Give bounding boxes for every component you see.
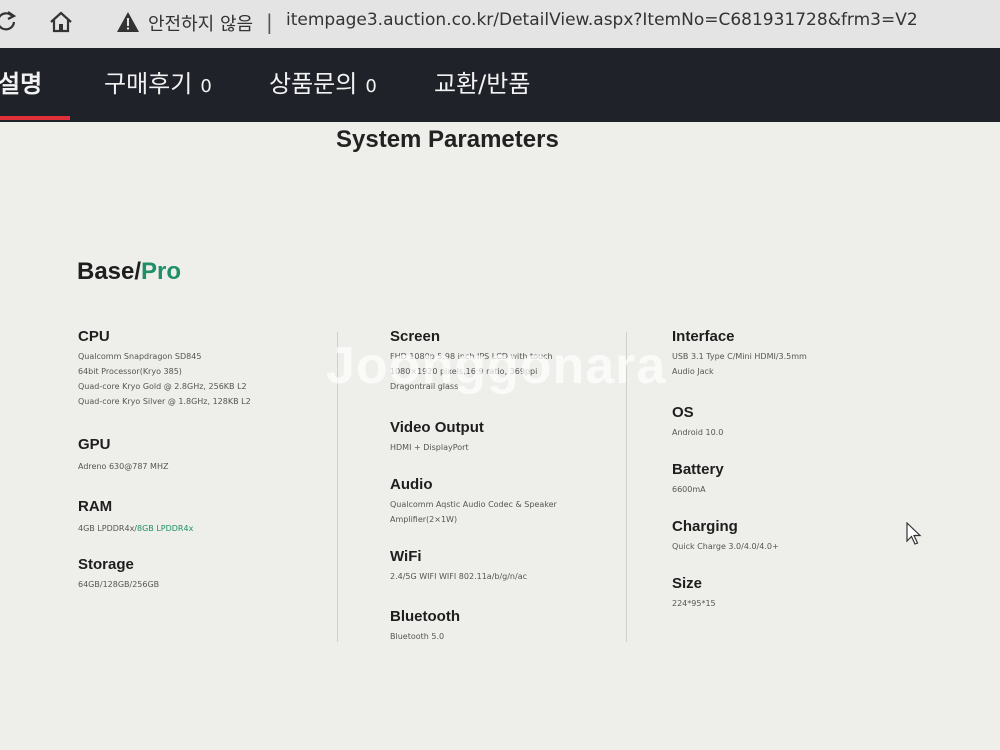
browser-toolbar: 안전하지 않음 | itempage3.auction.co.kr/Detail… <box>0 0 1000 48</box>
spec-title: Interface <box>672 328 735 345</box>
spec-line: Qualcomm Aqstic Audio Codec & Speaker <box>390 500 557 509</box>
tab-label: 상품문의 <box>269 70 358 98</box>
spec-interface: Interface USB 3.1 Type C/Mini HDMI/3.5mm… <box>672 328 807 379</box>
spec-cpu: CPU Qualcomm Snapdragon SD845 64bit Proc… <box>78 328 251 409</box>
spec-line: Quick Charge 3.0/4.0/4.0+ <box>672 542 779 551</box>
tab-label: 교환/반품 <box>434 70 531 98</box>
ram-option-pro: 8GB LPDDR4x <box>137 524 194 533</box>
mouse-cursor-icon <box>906 522 922 545</box>
spec-line: Bluetooth 5.0 <box>390 632 445 641</box>
spec-line: Adreno 630@787 MHZ <box>78 462 169 471</box>
spec-title: OS <box>672 404 694 421</box>
spec-line: 6600mA <box>672 485 706 494</box>
security-status[interactable]: 안전하지 않음 <box>148 10 253 36</box>
spec-line: USB 3.1 Type C/Mini HDMI/3.5mm <box>672 352 807 361</box>
spec-title: Size <box>672 575 703 592</box>
spec-line: Amplifier(2×1W) <box>390 515 458 524</box>
spec-storage: Storage 64GB/128GB/256GB <box>78 556 159 592</box>
spec-line: 64bit Processor(Kryo 385) <box>78 367 182 376</box>
home-icon[interactable] <box>48 10 74 34</box>
spec-audio: Audio Qualcomm Aqstic Audio Codec & Spea… <box>390 476 557 527</box>
spec-line: Android 10.0 <box>672 428 724 437</box>
model-pro: Pro <box>141 258 182 285</box>
address-bar[interactable]: itempage3.auction.co.kr/DetailView.aspx?… <box>286 10 918 30</box>
active-tab-indicator <box>0 116 70 120</box>
tab-inquiries[interactable]: 상품문의 0 <box>269 64 377 99</box>
tab-count: 0 <box>365 76 377 97</box>
spec-title: Charging <box>672 518 738 535</box>
tab-reviews[interactable]: 구매후기 0 <box>104 64 212 99</box>
spec-title: GPU <box>78 436 111 453</box>
spec-title: WiFi <box>390 548 422 565</box>
spec-title: Audio <box>390 476 433 493</box>
spec-title: Video Output <box>390 419 484 436</box>
spec-ram: RAM 4GB LPDDR4x/8GB LPDDR4x <box>78 498 193 536</box>
spec-wifi: WiFi 2.4/5G WIFI WIFI 802.11a/b/g/n/ac <box>390 548 527 584</box>
tab-exchange-return[interactable]: 교환/반품 <box>434 64 530 99</box>
spec-line: Quad-core Kryo Silver @ 1.8GHz, 128KB L2 <box>78 397 251 406</box>
spec-bluetooth: Bluetooth Bluetooth 5.0 <box>390 608 460 644</box>
product-tab-nav: 설명 구매후기 0 상품문의 0 교환/반품 <box>0 48 1000 122</box>
tab-count: 0 <box>200 76 212 97</box>
warning-icon[interactable] <box>116 11 140 33</box>
spec-line: 4GB LPDDR4x/8GB LPDDR4x <box>78 521 193 536</box>
spec-title: Battery <box>672 461 724 478</box>
spec-line: 224*95*15 <box>672 599 716 608</box>
spec-title: CPU <box>78 328 110 345</box>
spec-battery: Battery 6600mA <box>672 461 724 497</box>
reload-icon[interactable] <box>0 8 18 34</box>
model-base: Base/ <box>77 258 142 285</box>
spec-size: Size 224*95*15 <box>672 575 716 611</box>
section-title: System Parameters <box>336 126 559 153</box>
spec-charging: Charging Quick Charge 3.0/4.0/4.0+ <box>672 518 779 554</box>
spec-title: RAM <box>78 498 113 515</box>
ram-option-base: 4GB LPDDR4x/ <box>78 524 137 533</box>
spec-line: Quad-core Kryo Gold @ 2.8GHz, 256KB L2 <box>78 382 247 391</box>
spec-gpu: GPU Adreno 630@787 MHZ <box>78 436 168 474</box>
spec-title: Storage <box>78 556 134 573</box>
tab-label: 구매후기 <box>104 70 193 98</box>
product-description: System Parameters Base/Pro CPU Qualcomm … <box>0 122 1000 750</box>
watermark: Joonggonara <box>326 337 667 395</box>
spec-line: Qualcomm Snapdragon SD845 <box>78 352 202 361</box>
model-title: Base/Pro <box>77 258 181 286</box>
spec-line: HDMI + DisplayPort <box>390 443 469 452</box>
spec-line: Audio Jack <box>672 367 714 376</box>
url-separator: | <box>266 10 273 34</box>
spec-line: 2.4/5G WIFI WIFI 802.11a/b/g/n/ac <box>390 572 527 581</box>
spec-video-output: Video Output HDMI + DisplayPort <box>390 419 484 455</box>
tab-label: 설명 <box>0 70 43 98</box>
tab-description[interactable]: 설명 <box>0 64 42 99</box>
spec-line: 64GB/128GB/256GB <box>78 580 160 589</box>
spec-os: OS Android 10.0 <box>672 404 723 440</box>
spec-title: Bluetooth <box>390 608 460 625</box>
